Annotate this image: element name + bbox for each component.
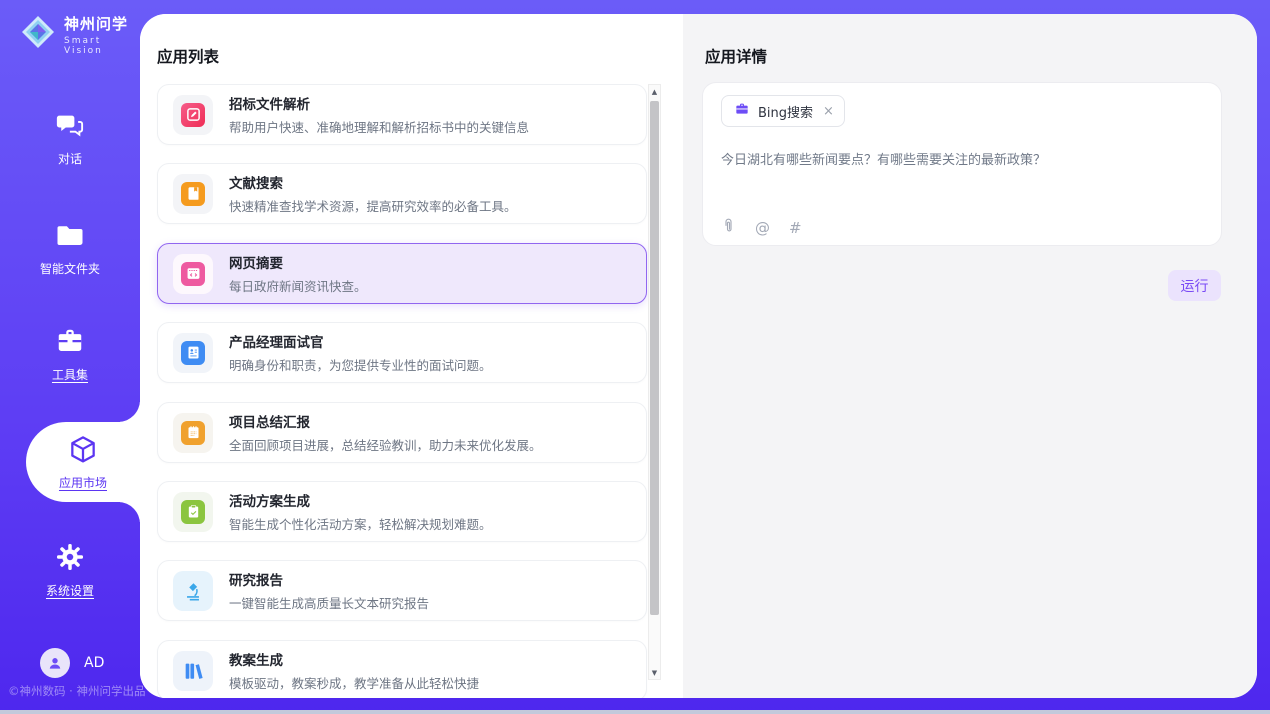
app-card-description: 模板驱动，教案秒成，教学准备从此轻松快捷 [229,673,479,692]
app-list-title: 应用列表 [157,45,219,67]
app-card-description: 快速精准查找学术资源，提高研究效率的必备工具。 [229,196,517,215]
cube-icon [67,434,99,470]
sidebar-item-label: 对话 [58,150,82,167]
books-icon [173,651,213,691]
scrollbar-up-button[interactable]: ▲ [649,85,660,98]
app-card-description: 一键智能生成高质量长文本研究报告 [229,593,429,612]
app-card-description: 全面回顾项目进展，总结经验教训，助力未来优化发展。 [229,435,542,454]
app-logo: 神州问学 Smart Vision [18,12,140,56]
app-detail-title: 应用详情 [705,45,767,67]
chat-icon [55,110,85,144]
app-card-web-summary[interactable]: 网页摘要 每日政府新闻资讯快查。 [157,243,647,304]
main-content: 应用列表 招标文件解析 帮助用户快速、准确地理解和解析招标书中的关键信息 [140,14,1257,698]
sidebar-item-smart-folder[interactable]: 智能文件夹 [0,220,140,277]
avatar [40,648,70,678]
folder-icon [55,220,85,254]
microscope-icon [173,571,213,611]
app-list-panel: 应用列表 招标文件解析 帮助用户快速、准确地理解和解析招标书中的关键信息 [140,14,683,698]
app-card-description: 智能生成个性化活动方案，轻松解决规划难题。 [229,514,492,533]
app-card-bid-parse[interactable]: 招标文件解析 帮助用户快速、准确地理解和解析招标书中的关键信息 [157,84,647,145]
at-mention-icon[interactable]: @ [755,219,770,237]
toolbox-icon [55,326,85,360]
app-card-title: 研究报告 [229,569,429,589]
hash-topic-icon[interactable]: # [789,219,802,237]
sidebar-item-chat[interactable]: 对话 [0,110,140,167]
app-card-title: 文献搜索 [229,172,517,192]
app-card-title: 活动方案生成 [229,490,492,510]
app-card-description: 明确身份和职责，为您提供专业性的面试问题。 [229,355,492,374]
browser-code-icon [173,254,213,294]
tool-tag-bing-search[interactable]: Bing搜索 × [721,95,845,127]
scrollbar-down-button[interactable]: ▼ [649,666,660,679]
sidebar-item-label: 系统设置 [46,582,94,599]
logo-title: 神州问学 [64,13,140,34]
copyright-footer: ©神州数码 · 神州问学出品 [8,683,145,699]
gear-icon [55,542,85,576]
tool-tag-close-icon[interactable]: × [821,104,834,119]
app-card-lesson-plan[interactable]: 教案生成 模板驱动，教案秒成，教学准备从此轻松快捷 [157,640,647,698]
clipboard-check-icon [173,492,213,532]
run-button[interactable]: 运行 [1168,270,1221,301]
app-card-description: 帮助用户快速、准确地理解和解析招标书中的关键信息 [229,117,529,136]
paperclip-icon[interactable] [721,217,736,239]
sidebar: 神州问学 Smart Vision 对话 智能文件夹 工具集 [0,0,140,714]
app-card-event-plan[interactable]: 活动方案生成 智能生成个性化活动方案，轻松解决规划难题。 [157,481,647,542]
window-bottom-edge [0,710,1270,714]
app-card-title: 网页摘要 [229,252,367,272]
app-card-literature-search[interactable]: 文献搜索 快速精准查找学术资源，提高研究效率的必备工具。 [157,163,647,224]
app-card-research-report[interactable]: 研究报告 一键智能生成高质量长文本研究报告 [157,560,647,621]
app-detail-panel: 应用详情 Bing搜索 × 今日湖北有哪些新闻要点？有哪些需要关注的最新政策？ … [683,14,1257,698]
pen-edit-icon [173,95,213,135]
user-account[interactable]: AD [40,648,104,678]
briefcase-icon [734,101,750,121]
app-card-title: 项目总结汇报 [229,411,542,431]
book-icon [173,174,213,214]
scrollbar-thumb[interactable] [650,101,659,615]
app-card-title: 产品经理面试官 [229,331,492,351]
app-detail-card: Bing搜索 × 今日湖北有哪些新闻要点？有哪些需要关注的最新政策？ @ # [702,82,1222,246]
notepad-icon [173,413,213,453]
input-toolbar: @ # [721,217,802,239]
sidebar-item-label: 智能文件夹 [40,260,100,277]
sidebar-item-toolset[interactable]: 工具集 [0,326,140,383]
resume-icon [173,333,213,373]
query-input[interactable]: 今日湖北有哪些新闻要点？有哪些需要关注的最新政策？ [721,151,1201,171]
sidebar-item-app-market[interactable]: 应用市场 [26,422,140,502]
sidebar-item-label: 工具集 [52,366,88,383]
app-card-title: 招标文件解析 [229,93,529,113]
sidebar-item-label: 应用市场 [59,474,107,491]
app-card-description: 每日政府新闻资讯快查。 [229,276,367,295]
app-card-pm-interviewer[interactable]: 产品经理面试官 明确身份和职责，为您提供专业性的面试问题。 [157,322,647,383]
diamond-logo-icon [18,12,58,56]
user-initials: AD [84,655,104,671]
logo-subtitle: Smart Vision [64,36,140,56]
app-card-title: 教案生成 [229,649,479,669]
scrollbar[interactable]: ▲ ▼ [648,84,661,680]
app-card-project-summary[interactable]: 项目总结汇报 全面回顾项目进展，总结经验教训，助力未来优化发展。 [157,402,647,463]
tool-tag-label: Bing搜索 [758,102,813,121]
sidebar-item-settings[interactable]: 系统设置 [0,542,140,599]
